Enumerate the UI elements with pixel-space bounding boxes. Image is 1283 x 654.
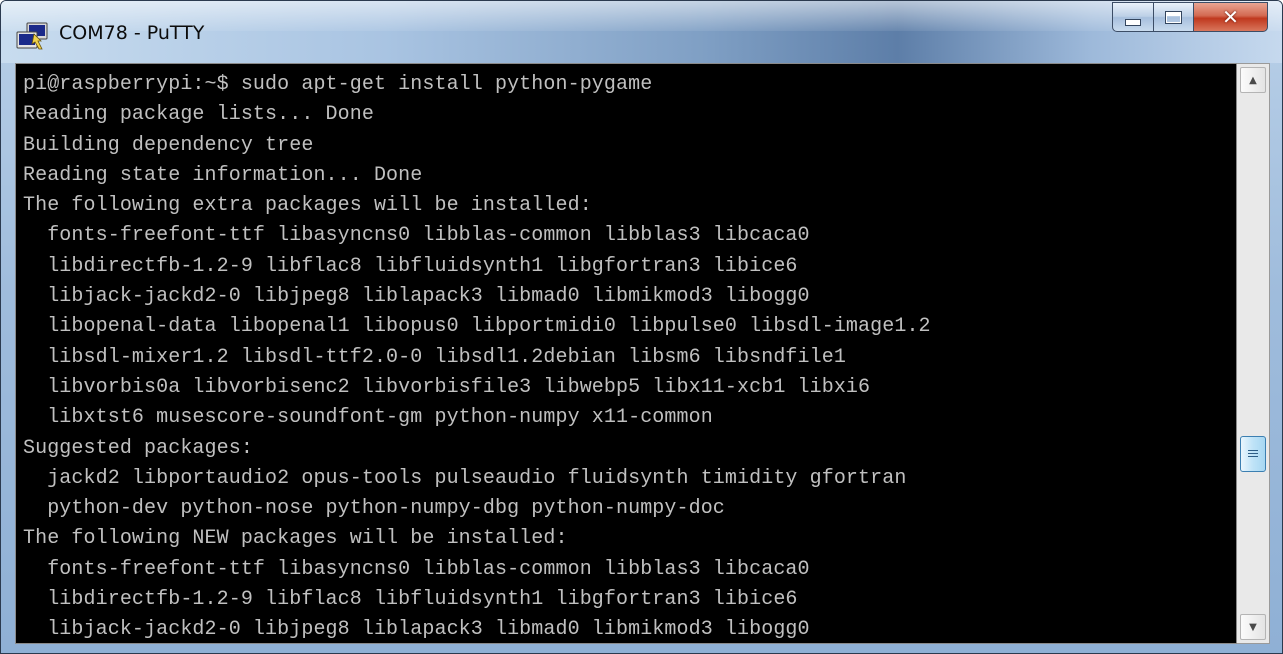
scroll-down-button[interactable]: ▼: [1240, 614, 1266, 640]
close-icon: ✕: [1222, 5, 1239, 29]
putty-icon: [16, 22, 48, 50]
minimize-button[interactable]: [1112, 2, 1154, 32]
terminal-line: libsdl-mixer1.2 libsdl-ttf2.0-0 libsdl1.…: [23, 345, 846, 369]
maximize-button[interactable]: [1154, 2, 1194, 32]
terminal-line: fonts-freefont-ttf libasyncns0 libblas-c…: [23, 557, 810, 581]
terminal-line: libvorbis0a libvorbisenc2 libvorbisfile3…: [23, 375, 871, 399]
arrow-down-icon: ▼: [1249, 621, 1257, 633]
terminal-line: libopenal-data libopenal1 libopus0 libpo…: [23, 315, 931, 339]
terminal-line: libxtst6 musescore-soundfont-gm python-n…: [23, 406, 713, 430]
terminal-line: fonts-freefont-ttf libasyncns0 libblas-c…: [23, 224, 810, 248]
terminal-line: libjack-jackd2-0 libjpeg8 liblapack3 lib…: [23, 285, 810, 309]
terminal-line: Reading package lists... Done: [23, 103, 374, 127]
minimize-icon: [1125, 18, 1141, 26]
close-button[interactable]: ✕: [1194, 2, 1268, 32]
terminal-line: The following NEW packages will be insta…: [23, 527, 568, 551]
grip-icon: [1248, 449, 1258, 459]
caption-buttons: ✕: [1112, 2, 1268, 32]
vertical-scrollbar[interactable]: ▲ ▼: [1237, 63, 1270, 644]
terminal-line: libdirectfb-1.2-9 libflac8 libfluidsynth…: [23, 588, 798, 612]
maximize-icon: [1165, 10, 1182, 24]
scrollbar-thumb[interactable]: [1240, 436, 1266, 472]
terminal-line: pi@raspberrypi:~$ sudo apt-get install p…: [23, 73, 653, 96]
terminal-line: Building dependency tree: [23, 133, 314, 157]
terminal-line: python-dev python-nose python-numpy-dbg …: [23, 497, 725, 521]
terminal-output: pi@raspberrypi:~$ sudo apt-get install p…: [23, 70, 931, 643]
putty-window: COM78 - PuTTY ✕ pi@raspberrypi:~$ sudo a…: [0, 0, 1283, 654]
terminal-area[interactable]: pi@raspberrypi:~$ sudo apt-get install p…: [15, 63, 1237, 644]
terminal-line: Reading state information... Done: [23, 163, 423, 187]
arrow-up-icon: ▲: [1249, 74, 1257, 86]
terminal-line: libdirectfb-1.2-9 libflac8 libfluidsynth…: [23, 254, 798, 278]
scroll-up-button[interactable]: ▲: [1240, 67, 1266, 93]
window-title: COM78 - PuTTY: [59, 22, 205, 44]
title-bar[interactable]: COM78 - PuTTY ✕: [1, 1, 1282, 63]
terminal-line: The following extra packages will be ins…: [23, 194, 592, 218]
terminal-line: jackd2 libportaudio2 opus-tools pulseaud…: [23, 466, 907, 490]
terminal-line: libjack-jackd2-0 libjpeg8 liblapack3 lib…: [23, 618, 810, 642]
terminal-line: Suggested packages:: [23, 436, 253, 460]
